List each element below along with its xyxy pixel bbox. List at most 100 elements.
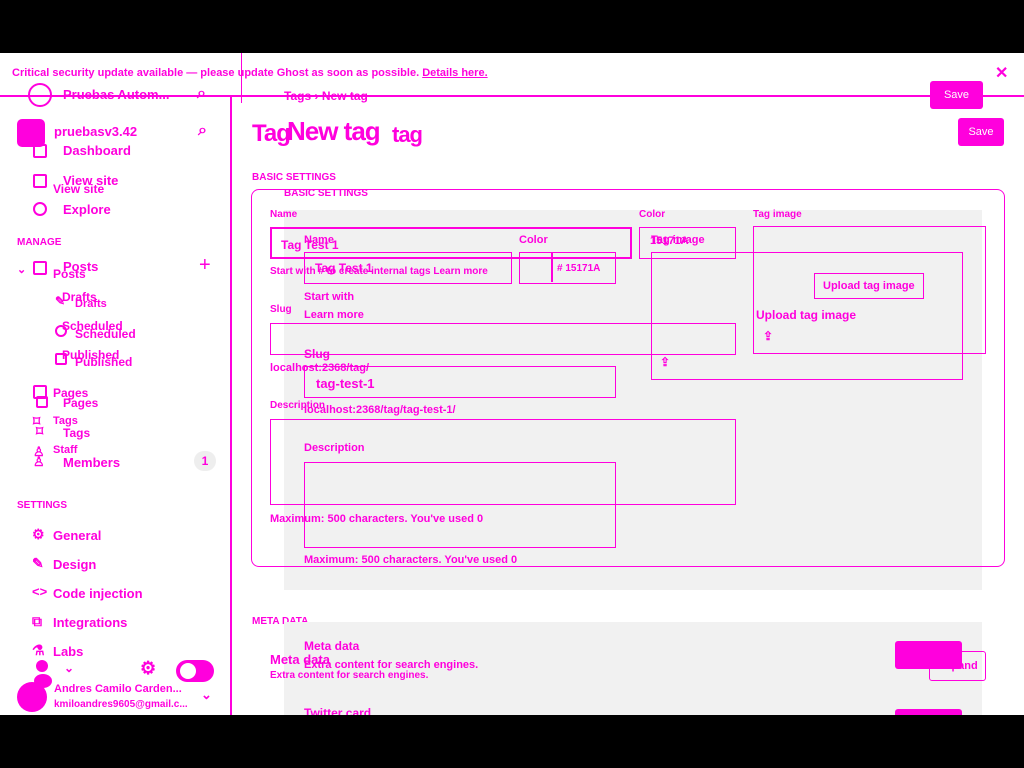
description-textarea-ghost[interactable] (304, 462, 616, 548)
chevron-down-icon-secondary[interactable]: ⌄ (64, 661, 74, 675)
members-count-badge: 1 (194, 451, 216, 471)
breadcrumb-current: New tag (321, 89, 368, 103)
color-value-ghost: # 15171A (557, 263, 600, 274)
upload-icon: ⇪ (763, 329, 774, 343)
sidebar-item-drafts-ghost: Drafts (75, 298, 107, 310)
published-icon (55, 353, 67, 365)
globe-icon (33, 202, 47, 216)
pages-icon-ghost (36, 396, 48, 408)
color-hex: 15171A (565, 263, 601, 274)
color-label-ghost: Color (519, 234, 548, 246)
sidebar-item-explore[interactable]: Explore (63, 202, 111, 217)
site-name-secondary: pruebasv3.42 (54, 124, 138, 139)
user-status-dot (36, 660, 48, 672)
add-post-icon[interactable]: + (199, 254, 211, 277)
site-logo-icon (28, 83, 52, 107)
sidebar-item-code-injection[interactable]: Code injection (53, 586, 143, 601)
upload-tag-image-label: Upload tag image (823, 280, 915, 292)
sidebar-item-dashboard[interactable]: Dashboard (63, 143, 131, 158)
name-hint-text: Start with # to create internal tags (270, 266, 431, 277)
close-icon[interactable]: ✕ (995, 63, 1008, 83)
members-icon: ♙ (33, 454, 45, 469)
upload-icon-ghost: ⇪ (660, 355, 671, 369)
meta-data-title-ghost: Meta data (304, 639, 360, 653)
slug-input-value: tag-test-1 (316, 376, 375, 391)
tag-icon-ghost: ⌑ (36, 423, 44, 439)
sidebar-item-view-site-ghost: View site (53, 182, 105, 196)
sidebar-divider-top (241, 53, 242, 103)
site-icon (17, 119, 45, 147)
color-hash: # (557, 263, 563, 274)
chevron-down-icon[interactable]: ⌄ (17, 263, 26, 276)
night-mode-toggle[interactable] (176, 660, 214, 682)
slug-url-ghost: localhost:2368/tag/tag-test-1/ (304, 404, 456, 416)
breadcrumb: Tags › New tag (284, 89, 368, 103)
name-label-ghost: Name (304, 234, 334, 246)
save-button[interactable]: Save (930, 81, 983, 109)
brush-icon: ✎ (32, 555, 44, 571)
gear-icon: ⚙ (32, 526, 45, 542)
user-name[interactable]: Andres Camilo Carden... (54, 683, 182, 695)
ghost-admin-app: Critical security update available — ple… (0, 53, 1024, 715)
description-hint: Maximum: 500 characters. You've used 0 (270, 513, 484, 525)
sidebar-divider (230, 95, 232, 715)
sidebar-item-members[interactable]: Members (63, 455, 120, 470)
sidebar-item-labs[interactable]: Labs (53, 644, 83, 659)
breadcrumb-separator: › (314, 89, 319, 103)
home-icon (33, 144, 47, 158)
learn-more-ghost[interactable]: Learn more (304, 309, 364, 321)
name-label: Name (270, 209, 298, 220)
twitter-card-title: Twitter card (304, 706, 372, 715)
upload-tag-image-button[interactable]: Upload tag image (814, 273, 924, 299)
slug-label: Slug (270, 304, 292, 315)
color-input-ghost: # 15171A (519, 252, 616, 284)
tag-image-label: Tag image (753, 209, 802, 220)
color-swatch-divider (551, 253, 553, 282)
learn-more-link[interactable]: Learn more (433, 266, 487, 277)
basic-settings-heading: BASIC SETTINGS (252, 172, 336, 183)
pencil-icon: ✎ (55, 294, 66, 308)
description-label-ghost: Description (304, 442, 365, 454)
clock-icon (55, 325, 67, 337)
toggle-knob (180, 663, 196, 679)
site-name[interactable]: Pruebas Autom... (63, 87, 169, 102)
sidebar-item-scheduled-ghost: Scheduled (75, 327, 136, 341)
tag-image-label-ghost: Tag image (651, 234, 705, 246)
sidebar-item-posts-ghost: Posts (53, 267, 86, 281)
twitter-expand-button[interactable] (895, 709, 962, 715)
security-banner: Critical security update available — ple… (12, 67, 488, 79)
page-title: Tag (252, 120, 291, 147)
name-hint: Start with # to create internal tags Lea… (270, 266, 488, 277)
expand-button-label: Expand (938, 660, 978, 672)
sidebar-item-general[interactable]: General (53, 528, 101, 543)
code-icon: <> (32, 584, 48, 599)
sidebar-item-pages-ghost: Pages (63, 396, 99, 410)
slug-input[interactable] (270, 323, 736, 355)
gear-icon-secondary[interactable]: ⚙ (140, 658, 156, 679)
expand-button[interactable]: Expand (929, 651, 986, 681)
name-hint-ghost: Start with (304, 291, 355, 303)
avatar-overlay (34, 674, 52, 688)
integrations-icon: ⧉ (32, 613, 42, 629)
description-hint-ghost: Maximum: 500 characters. You've used 0 (304, 554, 518, 566)
upload-tag-image-ghost: Upload tag image (756, 308, 857, 322)
meta-data-title: Meta data (270, 652, 330, 667)
banner-details-link[interactable]: Details here. (422, 67, 487, 79)
search-icon-secondary[interactable]: ⌕ (198, 122, 207, 140)
top-letterbox (0, 0, 1024, 53)
posts-icon (33, 261, 47, 275)
search-icon[interactable]: ⌕ (197, 85, 206, 103)
page-title-ghost: New tag (287, 116, 381, 146)
chevron-down-icon-user[interactable]: ⌄ (201, 687, 212, 703)
user-email: kmiloandres9605@gmail.c... (54, 699, 188, 710)
sidebar-item-integrations[interactable]: Integrations (53, 615, 127, 630)
banner-text: Critical security update available — ple… (12, 67, 420, 79)
description-label: Description (270, 400, 326, 411)
sidebar-item-design[interactable]: Design (53, 557, 96, 572)
breadcrumb-tags-link[interactable]: Tags (284, 89, 311, 103)
labs-icon: ⚗ (32, 642, 45, 658)
bottom-letterbox (0, 715, 1024, 768)
slug-url: localhost:2368/tag/ (270, 362, 370, 374)
save-button-secondary[interactable]: Save (958, 118, 1004, 146)
sidebar-item-tags-ghost: Tags (63, 426, 91, 440)
